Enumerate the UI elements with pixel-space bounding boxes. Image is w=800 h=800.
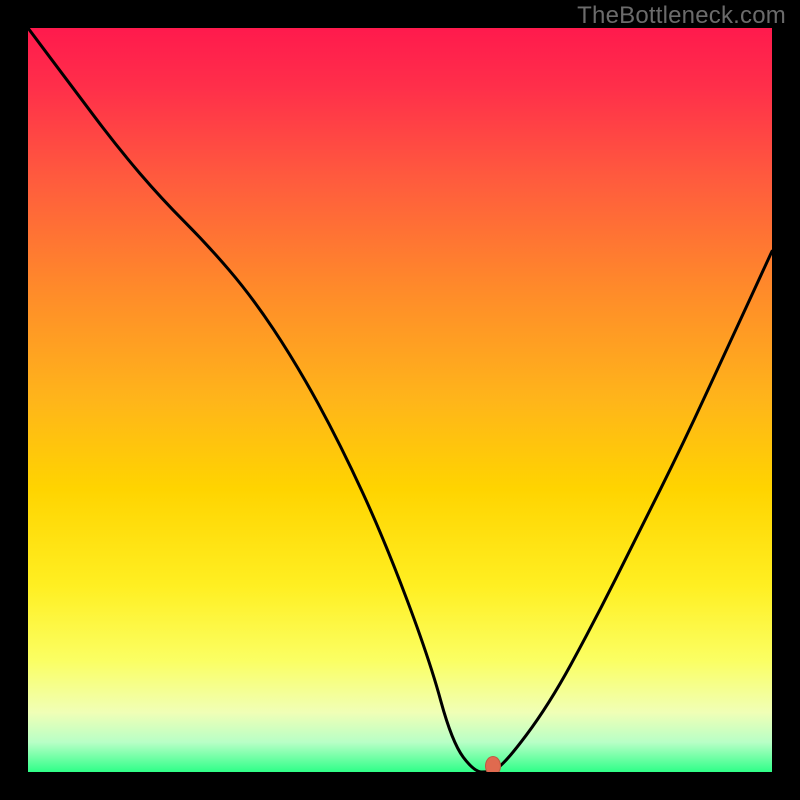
optimum-marker (485, 756, 501, 772)
watermark-text: TheBottleneck.com (577, 2, 786, 30)
curve-path (28, 28, 772, 772)
plot-area (28, 28, 772, 772)
bottleneck-curve (28, 28, 772, 772)
chart-frame: TheBottleneck.com (0, 0, 800, 800)
